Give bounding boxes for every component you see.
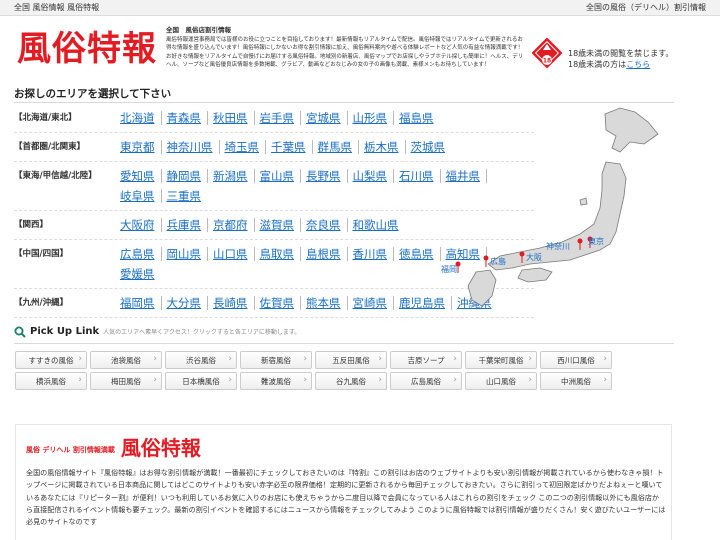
pickup-link-button[interactable]: 五反田風俗 bbox=[315, 351, 387, 369]
prefecture-link[interactable]: 富山県 bbox=[260, 169, 301, 183]
prefecture-link[interactable]: 神奈川県 bbox=[167, 140, 220, 154]
site-description-title: 全国 風俗店割引情報 bbox=[166, 26, 231, 34]
prefecture-link[interactable]: 長野県 bbox=[306, 169, 348, 183]
prefecture-link[interactable]: 山梨県 bbox=[353, 169, 394, 183]
prefecture-link[interactable]: 奈良県 bbox=[306, 218, 348, 232]
pickup-link-button[interactable]: 日本橋風俗 bbox=[165, 372, 237, 390]
search-icon bbox=[14, 326, 26, 338]
prefecture-link[interactable]: 秋田県 bbox=[213, 111, 255, 125]
region-name: 【中国/四国】 bbox=[14, 249, 69, 259]
site-logo[interactable]: 風俗特報 bbox=[17, 32, 157, 66]
prefecture-link[interactable]: 和歌山県 bbox=[353, 218, 405, 232]
top-bar-right: 全国の風俗（デリヘル）割引情報 bbox=[586, 3, 706, 12]
prefecture-link[interactable]: 熊本県 bbox=[306, 296, 348, 310]
prefecture-link[interactable]: 栃木県 bbox=[364, 140, 406, 154]
map-label-tokyo: 東京 bbox=[588, 236, 604, 246]
pickup-link-button[interactable]: すすきの風俗 bbox=[15, 351, 87, 369]
prefecture-link[interactable]: 島根県 bbox=[306, 247, 348, 261]
region-name: 【首都圏/北関東】 bbox=[14, 142, 86, 152]
prefecture-link[interactable]: 岡山県 bbox=[167, 247, 208, 261]
prefecture-link[interactable]: 愛知県 bbox=[120, 169, 162, 183]
prefecture-link[interactable]: 新潟県 bbox=[213, 169, 255, 183]
prefecture-link[interactable]: 東京都 bbox=[120, 140, 162, 154]
prefecture-link[interactable]: 岐阜県 bbox=[120, 189, 162, 203]
prefecture-link[interactable]: 山口県 bbox=[213, 247, 255, 261]
age-warning: 18 18歳未満の閲覧を禁じます。 18歳未満の方はこちら bbox=[532, 38, 682, 78]
prefecture-link[interactable]: 北海道 bbox=[120, 111, 162, 125]
pickup-link-list: すすきの風俗池袋風俗渋谷風俗新宿風俗五反田風俗吉原ソープ千葉栄町風俗西川口風俗横… bbox=[15, 351, 677, 393]
area-section-title: お探しのエリアを選択して下さい bbox=[14, 88, 172, 100]
info-tagline: 風俗 デリヘル 割引情報満載 bbox=[26, 446, 115, 454]
age-warning-link[interactable]: こちら bbox=[626, 60, 650, 69]
age-warning-line2: 18歳未満の方は bbox=[568, 60, 627, 69]
info-box: 風俗 デリヘル 割引情報満載 風俗特報 全国の風俗情報サイト『風俗特報』はお得な… bbox=[15, 424, 672, 540]
pickup-link-button[interactable]: 谷九風俗 bbox=[315, 372, 387, 390]
region-name: 【東海/甲信越/北陸】 bbox=[14, 171, 97, 181]
region-name: 【九州/沖縄】 bbox=[14, 298, 69, 308]
age-warning-text: 18歳未満の閲覧を禁じます。 18歳未満の方はこちら bbox=[568, 48, 673, 70]
pickup-link-button[interactable]: 梅田風俗 bbox=[90, 372, 162, 390]
divider bbox=[14, 102, 674, 103]
map-label-kanagawa: 神奈川 bbox=[546, 241, 570, 251]
prefecture-link[interactable]: 群馬県 bbox=[318, 140, 359, 154]
prefecture-link[interactable]: 青森県 bbox=[167, 111, 208, 125]
prefecture-link[interactable]: 千葉県 bbox=[271, 140, 313, 154]
pickup-link-button[interactable]: 中洲風俗 bbox=[540, 372, 612, 390]
pickup-link-button[interactable]: 千葉栄町風俗 bbox=[465, 351, 537, 369]
pickup-link-button[interactable]: 山口風俗 bbox=[465, 372, 537, 390]
pickup-description: 人気のエリアへ素早くアクセス！クリックすると各エリアに移動します。 bbox=[103, 329, 301, 336]
pickup-link-button[interactable]: 横浜風俗 bbox=[15, 372, 87, 390]
header: 風俗特報 全国 風俗店割引情報 風俗特報運営事務局では皆様のお役に立つことを目指… bbox=[0, 16, 720, 78]
pickup-link-button[interactable]: 西川口風俗 bbox=[540, 351, 612, 369]
prefecture-link[interactable]: 滋賀県 bbox=[260, 218, 301, 232]
region-name: 【北海道/東北】 bbox=[14, 113, 77, 123]
prefecture-link[interactable]: 山形県 bbox=[353, 111, 394, 125]
site-description: 全国 風俗店割引情報 風俗特報運営事務局では皆様のお役に立つことを目指しておりま… bbox=[166, 26, 528, 70]
prefecture-link[interactable]: 広島県 bbox=[120, 247, 162, 261]
prefecture-link[interactable]: 宮城県 bbox=[306, 111, 348, 125]
prefecture-link[interactable]: 大阪府 bbox=[120, 218, 162, 232]
prefecture-link[interactable]: 香川県 bbox=[353, 247, 394, 261]
pickup-link-button[interactable]: 広島風俗 bbox=[390, 372, 462, 390]
top-bar-left: 全国 風俗情報 風俗特報 bbox=[14, 3, 100, 12]
pickup-link-button[interactable]: 難波風俗 bbox=[240, 372, 312, 390]
prefecture-link[interactable]: 福岡県 bbox=[120, 296, 162, 310]
pickup-link-button[interactable]: 新宿風俗 bbox=[240, 351, 312, 369]
map-label-fukuoka: 福岡 bbox=[441, 265, 457, 274]
age-warning-line1: 18歳未満の閲覧を禁じます。 bbox=[568, 49, 674, 58]
prefecture-link[interactable]: 三重県 bbox=[167, 189, 208, 203]
prefecture-link[interactable]: 埼玉県 bbox=[225, 140, 266, 154]
region-name: 【関西】 bbox=[14, 220, 49, 230]
prefecture-link[interactable]: 京都府 bbox=[213, 218, 255, 232]
prefecture-link[interactable]: 佐賀県 bbox=[260, 296, 301, 310]
pickup-title: Pick Up Link bbox=[30, 326, 100, 337]
prefecture-link[interactable]: 鳥取県 bbox=[260, 247, 301, 261]
age-restriction-icon: 18 bbox=[532, 38, 562, 69]
pickup-header: Pick Up Link 人気のエリアへ素早くアクセス！クリックすると各エリアに… bbox=[14, 326, 674, 344]
pickup-link-button[interactable]: 池袋風俗 bbox=[90, 351, 162, 369]
top-bar: 全国 風俗情報 風俗特報 全国の風俗（デリヘル）割引情報 bbox=[0, 0, 720, 16]
map-label-osaka: 大阪 bbox=[526, 252, 542, 262]
info-text: 全国の風俗情報サイト『風俗特報』はお得な割引情報が満載！一番最初にチェックしてお… bbox=[26, 468, 666, 527]
prefecture-link[interactable]: 宮崎県 bbox=[353, 296, 394, 310]
info-logo: 風俗特報 bbox=[120, 436, 201, 460]
prefecture-link[interactable]: 愛媛県 bbox=[120, 267, 161, 281]
prefecture-link[interactable]: 大分県 bbox=[167, 296, 208, 310]
map-label-hiroshima: 広島 bbox=[490, 256, 506, 266]
prefecture-link[interactable]: 長崎県 bbox=[213, 296, 255, 310]
prefecture-link[interactable]: 岩手県 bbox=[260, 111, 301, 125]
pickup-link-button[interactable]: 吉原ソープ bbox=[390, 351, 462, 369]
prefecture-link[interactable]: 静岡県 bbox=[167, 169, 208, 183]
pickup-link-button[interactable]: 渋谷風俗 bbox=[165, 351, 237, 369]
japan-map[interactable]: 神奈川 東京 大阪 広島 福岡 bbox=[430, 104, 680, 314]
prefecture-link[interactable]: 兵庫県 bbox=[167, 218, 208, 232]
info-header: 風俗 デリヘル 割引情報満載 風俗特報 bbox=[26, 438, 201, 458]
svg-text:18: 18 bbox=[543, 58, 551, 65]
site-description-body: 風俗特報運営事務局では皆様のお役に立つことを目指しております！最新情報もリアルタ… bbox=[166, 36, 524, 69]
